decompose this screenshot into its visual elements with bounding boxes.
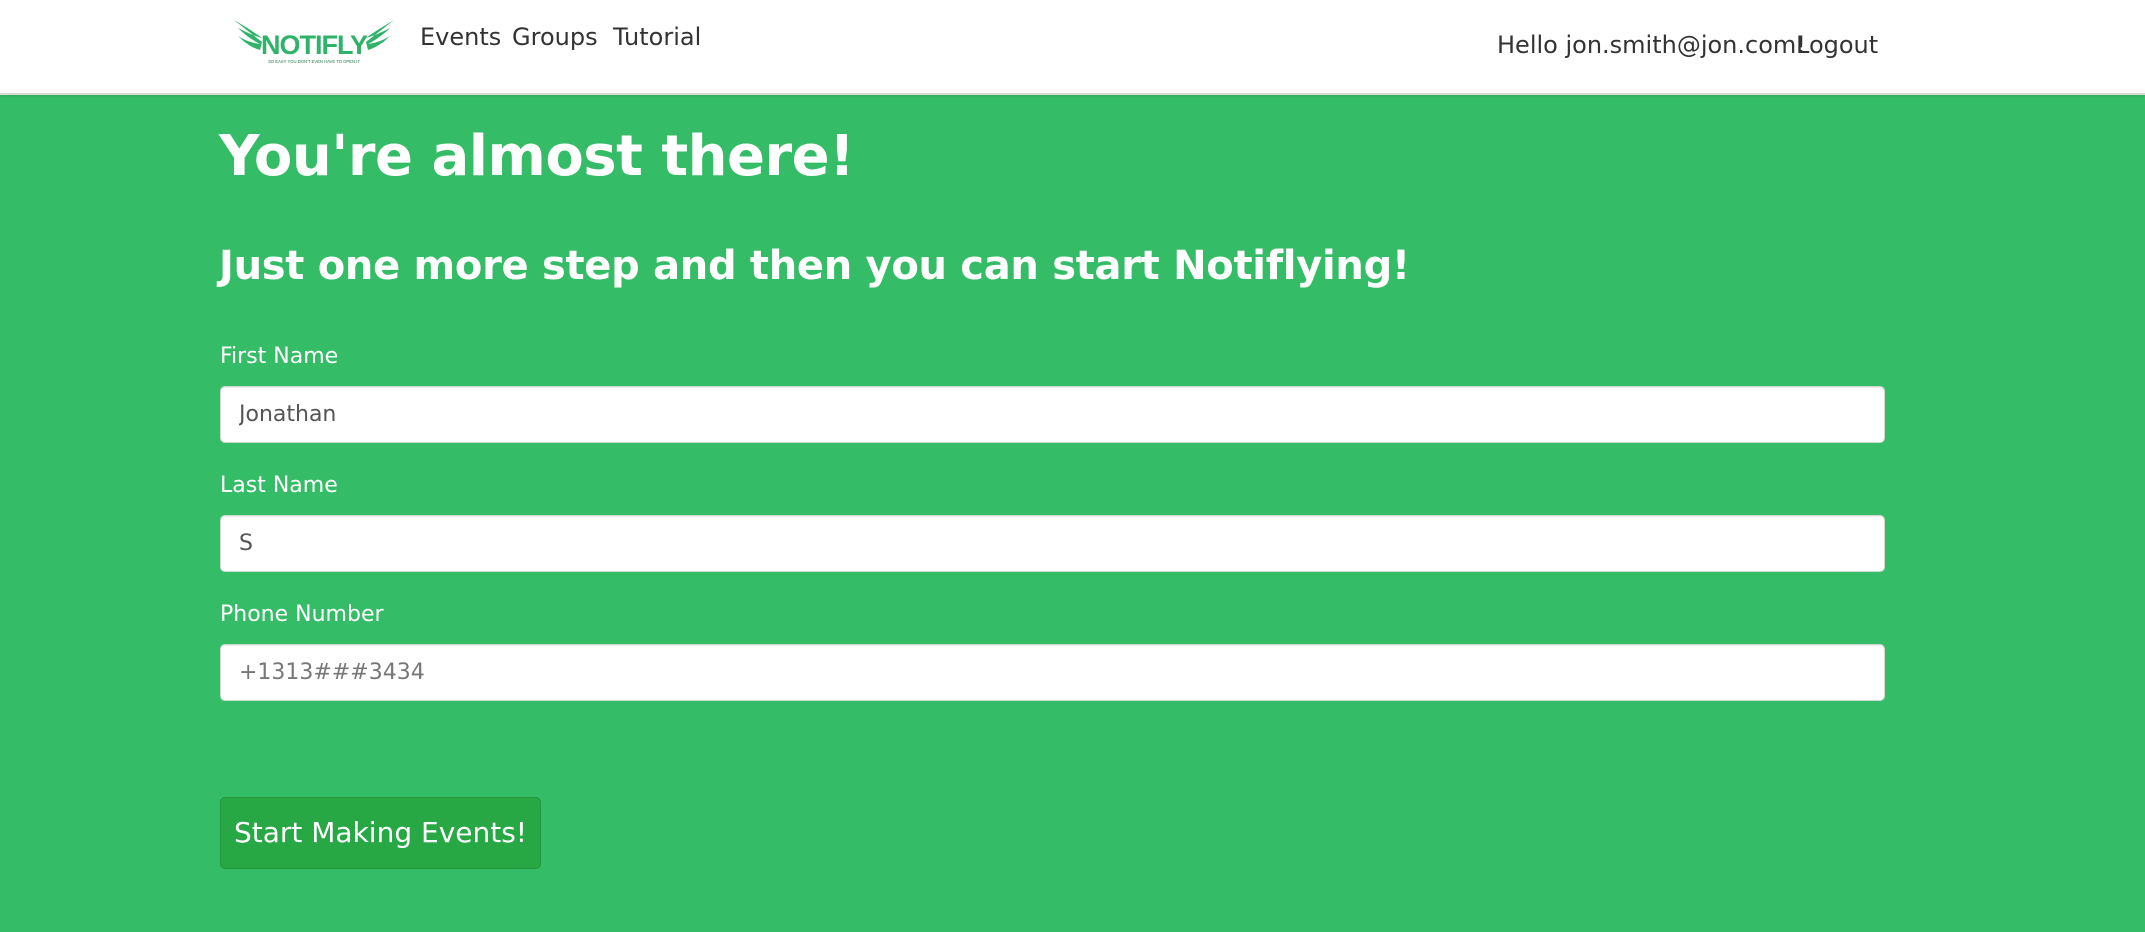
page-title: You're almost there! xyxy=(219,124,855,189)
page-subtitle: Just one more step and then you can star… xyxy=(219,243,1410,289)
notifly-logo[interactable]: NOTIFLY SO EASY YOU DON'T EVEN HAVE TO O… xyxy=(232,18,396,68)
logo-wordmark: NOTIFLY xyxy=(261,30,368,60)
last-name-label: Last Name xyxy=(220,473,338,498)
last-name-input[interactable] xyxy=(220,515,1885,572)
logout-link[interactable]: Logout xyxy=(1796,29,1878,61)
phone-number-input[interactable] xyxy=(220,644,1885,701)
first-name-label: First Name xyxy=(220,344,339,369)
logo-tagline: SO EASY YOU DON'T EVEN HAVE TO OPEN IT xyxy=(268,59,360,64)
first-name-input[interactable] xyxy=(220,386,1885,443)
start-making-events-button[interactable]: Start Making Events! xyxy=(220,797,541,869)
phone-number-label: Phone Number xyxy=(220,602,384,627)
navbar: NOTIFLY SO EASY YOU DON'T EVEN HAVE TO O… xyxy=(0,0,2145,95)
nav-link-events[interactable]: Events xyxy=(420,22,501,52)
user-greeting: Hello jon.smith@jon.com! xyxy=(1497,31,1806,59)
nav-link-tutorial[interactable]: Tutorial xyxy=(613,22,701,52)
nav-link-groups[interactable]: Groups xyxy=(512,22,598,52)
